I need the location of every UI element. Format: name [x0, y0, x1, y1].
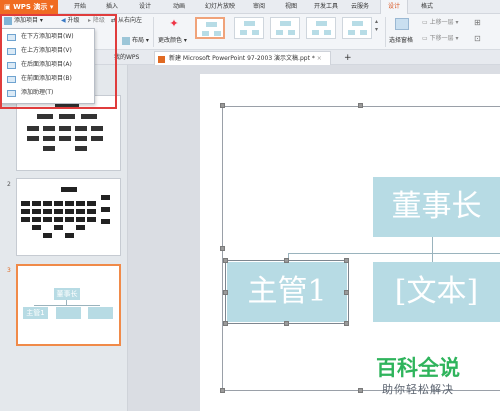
tab-review[interactable]: 审阅	[248, 0, 270, 14]
resize-handle[interactable]	[223, 290, 228, 295]
tab-cloud[interactable]: 云服务	[347, 0, 373, 14]
resize-handle[interactable]	[220, 103, 225, 108]
slide-thumbnail-1[interactable]	[16, 95, 121, 171]
slide-number: 2	[7, 181, 11, 188]
thumbnail-node-top: 董事长	[54, 288, 80, 300]
resize-handle[interactable]	[220, 246, 225, 251]
add-item-dropdown-menu: 在下方添加项目(W) 在上方添加项目(V) 在后面添加项目(A) 在前面添加项目…	[0, 28, 95, 104]
add-below-icon	[7, 34, 16, 41]
send-backward-icon: ▭	[422, 35, 430, 42]
new-tab-button[interactable]: +	[340, 51, 352, 65]
add-item-button[interactable]: 添加项目 ▾	[4, 16, 43, 26]
select-pane-button[interactable]: 选择窗格	[389, 36, 413, 46]
resize-handle[interactable]	[220, 388, 225, 393]
resize-handle[interactable]	[344, 321, 349, 326]
chevron-down-icon: ▾	[182, 37, 187, 44]
right-to-left-button[interactable]: ⇄ 从右向左	[111, 16, 142, 26]
change-color-button[interactable]: 更改颜色 ▾	[158, 36, 187, 46]
connector-line	[288, 253, 500, 254]
align-icon[interactable]: ⊞	[474, 18, 481, 28]
style-gallery-item-5[interactable]	[342, 17, 372, 39]
bring-forward-icon: ▭	[422, 19, 430, 26]
org-node-top[interactable]: 董事长	[373, 177, 500, 237]
chevron-down-icon: ▾	[38, 17, 43, 24]
smartart-frame[interactable]	[222, 106, 500, 391]
menu-bar: ▣ WPS 演示 ▾ 开始 插入 设计 动画 幻灯片放映 审阅 视图 开发工具 …	[0, 0, 500, 14]
ribbon-separator	[153, 17, 154, 47]
ppt-file-icon	[158, 56, 165, 63]
select-pane-icon	[395, 18, 409, 30]
resize-handle[interactable]	[358, 388, 363, 393]
add-assistant-icon	[7, 90, 16, 97]
tab-view[interactable]: 视图	[280, 0, 302, 14]
move-up-button[interactable]: ▭ 上移一层 ▾	[422, 18, 459, 28]
menu-item-add-before[interactable]: 在前面添加项目(B)	[1, 73, 94, 85]
slide-number-current: 3	[7, 267, 11, 274]
chevron-down-icon: ▾	[453, 35, 459, 42]
add-after-icon	[7, 62, 16, 69]
tab-insert[interactable]: 插入	[101, 0, 123, 14]
move-down-button[interactable]: ▭ 下移一层 ▾	[422, 34, 459, 44]
add-above-icon	[7, 48, 16, 55]
demote-button[interactable]: ▸ 降级	[88, 16, 105, 26]
slide-thumbnail-panel[interactable]: 2 3 董事长 主管1	[0, 65, 128, 411]
gallery-scroll-icon[interactable]: ▴ ▾	[375, 18, 378, 34]
tab-document[interactable]: 新建 Microsoft PowerPoint 97-2003 演示文稿.ppt…	[154, 51, 331, 65]
resize-handle[interactable]	[223, 321, 228, 326]
thumbnail-node-right	[88, 307, 113, 319]
resize-handle[interactable]	[223, 258, 228, 263]
tab-slideshow[interactable]: 幻灯片放映	[200, 0, 240, 14]
palette-icon: ✦	[169, 17, 179, 30]
chevron-down-icon: ▾	[47, 3, 54, 11]
tab-my-wps[interactable]: 我的WPS	[100, 51, 139, 65]
resize-handle[interactable]	[344, 290, 349, 295]
thumbnail-org-chart	[27, 102, 103, 151]
style-gallery-item-4[interactable]	[306, 17, 336, 39]
menu-item-add-below[interactable]: 在下方添加项目(W)	[1, 31, 94, 43]
menu-item-add-above[interactable]: 在上方添加项目(V)	[1, 45, 94, 57]
chevron-down-icon: ▾	[453, 19, 459, 26]
swap-icon: ⇄	[111, 17, 118, 24]
close-icon[interactable]: ×	[317, 55, 322, 62]
chevron-down-icon: ▾	[144, 37, 149, 44]
watermark-title: 百科全说	[376, 356, 460, 380]
add-item-icon	[4, 16, 12, 25]
resize-handle[interactable]	[358, 103, 363, 108]
thumbnail-node-middle	[56, 307, 81, 319]
style-gallery-item-2[interactable]	[234, 17, 264, 39]
watermark-subtitle: 助你轻松解决	[382, 383, 454, 396]
connector-line	[432, 236, 433, 253]
tab-smartart-design[interactable]: 设计	[380, 0, 408, 14]
add-before-icon	[7, 76, 16, 83]
tab-developer[interactable]: 开发工具	[310, 0, 342, 14]
resize-handle[interactable]	[344, 258, 349, 263]
style-gallery-item-3[interactable]	[270, 17, 300, 39]
menu-item-add-assistant[interactable]: 添加助理(T)	[1, 87, 94, 99]
ribbon-separator	[385, 17, 386, 47]
thumbnail-org-chart	[21, 187, 110, 238]
thumbnail-node-left: 主管1	[23, 307, 48, 319]
tab-format[interactable]: 格式	[414, 0, 440, 14]
tab-home[interactable]: 开始	[68, 0, 92, 14]
layout-button[interactable]: 布局 ▾	[122, 36, 149, 46]
promote-button[interactable]: ◀ 升级	[61, 16, 80, 26]
resize-handle[interactable]	[284, 321, 289, 326]
style-gallery-item-1[interactable]	[195, 17, 225, 39]
slide-thumbnail-3-selected[interactable]: 董事长 主管1	[16, 264, 121, 346]
tab-animation[interactable]: 动画	[167, 0, 191, 14]
slide-thumbnail-2[interactable]	[16, 178, 121, 256]
wps-logo-icon: ▣	[4, 3, 14, 11]
resize-handle[interactable]	[284, 258, 289, 263]
group-icon[interactable]: ⊡	[474, 34, 481, 44]
wps-app-menu-button[interactable]: ▣ WPS 演示 ▾	[0, 0, 58, 14]
org-node-right[interactable]: [文本]	[373, 262, 500, 322]
selection-frame	[225, 260, 349, 324]
layout-icon	[122, 36, 130, 45]
tab-design[interactable]: 设计	[134, 0, 156, 14]
menu-item-add-after[interactable]: 在后面添加项目(A)	[1, 59, 94, 71]
